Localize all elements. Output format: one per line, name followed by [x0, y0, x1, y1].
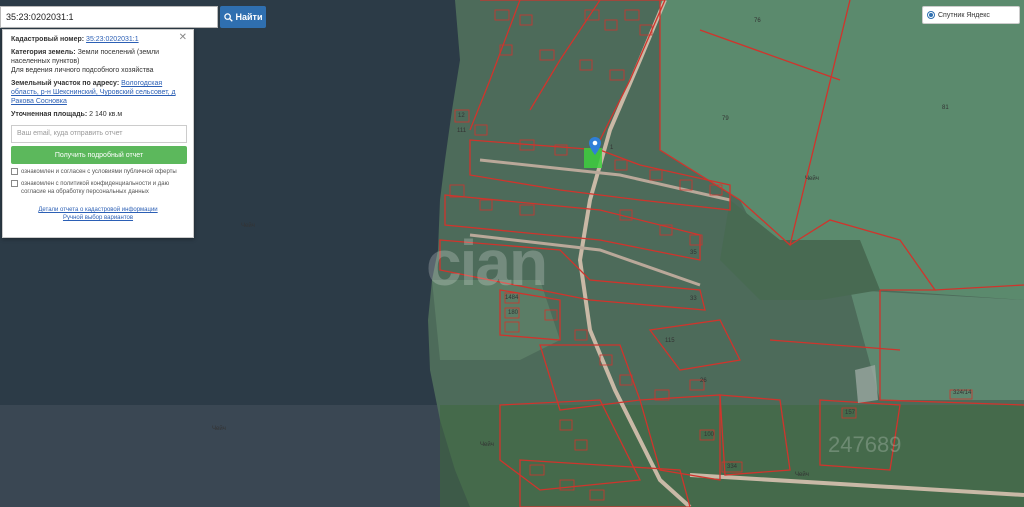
consent-offer: ознакомлен и согласен с условиями публич…: [11, 168, 185, 176]
lake-water-lower: [0, 405, 470, 507]
map-label: Чейч: [241, 223, 255, 229]
cadastral-link[interactable]: 35:23:0202031:1: [86, 36, 139, 43]
search-icon: [223, 12, 233, 22]
get-report-button[interactable]: Получить подробный отчет: [11, 146, 187, 164]
map-label: 33: [690, 296, 697, 302]
address-label: Земельный участок по адресу:: [11, 80, 120, 87]
watermark: cian: [426, 227, 548, 299]
consent-offer-checkbox[interactable]: [11, 168, 18, 175]
map-label: 35: [690, 250, 697, 256]
watermark-id: 247689: [828, 432, 902, 457]
layer-selector[interactable]: Спутник Яндекс: [922, 6, 1020, 24]
panel-links: Детали отчета о кадастровой информации Р…: [11, 206, 185, 222]
cadastral-label: Кадастровый номер:: [11, 36, 85, 43]
close-icon[interactable]: ✕: [179, 33, 187, 43]
map-label: 26: [700, 378, 707, 384]
category-label: Категория земель:: [11, 49, 76, 56]
location-pin-icon[interactable]: [589, 137, 601, 155]
usage-value: Для ведения личного подсобного хозяйства: [11, 67, 154, 74]
map-label: 12: [458, 113, 465, 119]
layer-radio-icon[interactable]: [927, 11, 935, 19]
layer-label: Спутник Яндекс: [938, 11, 990, 19]
consent-privacy: ознакомлен с политикой конфиденциальност…: [11, 180, 185, 196]
map-label: 81: [942, 105, 949, 111]
building: [855, 365, 878, 403]
cadastral-row: Кадастровый номер: 35:23:0202031:1: [11, 35, 185, 44]
parcel-info-panel: ✕ Кадастровый номер: 35:23:0202031:1 Кат…: [2, 29, 194, 238]
map-label: Чейч: [795, 472, 809, 478]
consent-offer-label: ознакомлен и согласен с условиями публич…: [21, 169, 177, 175]
map-label: 100: [704, 432, 715, 438]
area-label: Уточненная площадь:: [11, 111, 88, 118]
map-label: 1: [610, 145, 614, 151]
consent-privacy-label: ознакомлен с политикой конфиденциальност…: [21, 181, 170, 195]
map-label: Чейч: [805, 176, 819, 182]
search-button[interactable]: Найти: [220, 6, 266, 28]
email-field[interactable]: Ваш email, куда отправить отчет: [11, 125, 187, 143]
area-row: Уточненная площадь: 2 140 кв.м: [11, 110, 185, 119]
category-row: Категория земель: Земли поселений (земли…: [11, 48, 185, 75]
map-label: Чейч: [480, 442, 494, 448]
cadastral-search-input[interactable]: 35:23:0202031:1: [0, 6, 218, 28]
map-label: 76: [754, 18, 761, 24]
map-label: 324/14: [953, 390, 972, 396]
map-label: 157: [845, 410, 856, 416]
map-label: 334: [727, 464, 738, 470]
map-label: 79: [722, 116, 729, 122]
map-label: 115: [665, 338, 675, 344]
consent-privacy-checkbox[interactable]: [11, 180, 18, 187]
address-row: Земельный участок по адресу: Вологодская…: [11, 79, 185, 106]
search-button-label: Найти: [235, 12, 263, 22]
map-label: Чейч: [212, 426, 226, 432]
search-bar: 35:23:0202031:1 Найти: [0, 6, 266, 28]
manual-select-link[interactable]: Ручной выбор вариантов: [63, 215, 133, 221]
area-value: 2 140 кв.м: [89, 111, 123, 118]
map-label: 180: [508, 310, 519, 316]
report-details-link[interactable]: Детали отчета о кадастровой информации: [38, 207, 157, 213]
map-label: 111: [457, 128, 467, 134]
